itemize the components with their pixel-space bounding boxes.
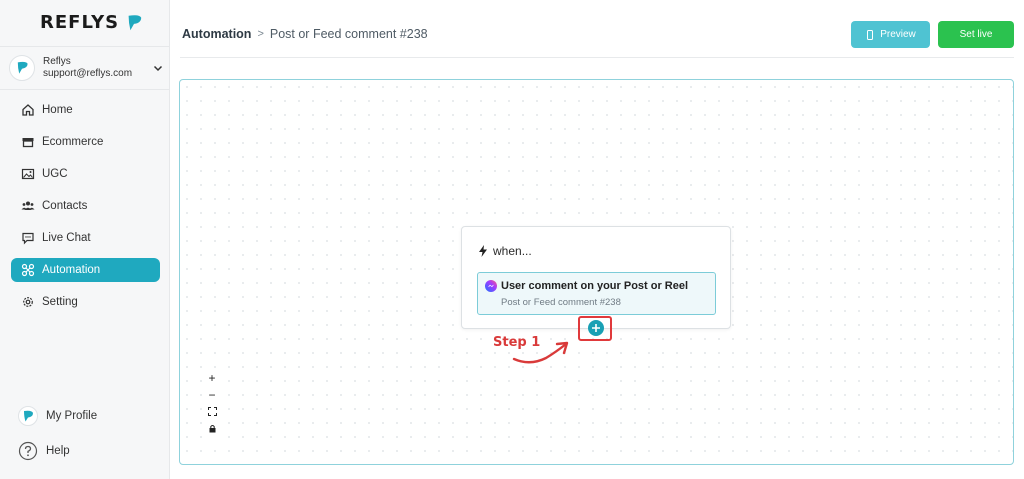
help-icon [18,441,38,461]
step-highlight-box [578,316,612,341]
avatar [9,55,35,81]
my-profile-link[interactable]: My Profile [18,406,97,426]
breadcrumb: Automation > Post or Feed comment #238 [182,27,428,41]
lock-button[interactable] [203,420,221,437]
sidebar-item-label: Ecommerce [42,136,104,148]
when-header: when... [478,244,532,258]
sidebar-nav: Home Ecommerce UGC Contacts Live Chat Au… [11,98,160,322]
curved-arrow-icon [512,341,569,364]
reflys-logo-icon [18,406,38,426]
chevron-down-icon[interactable] [153,63,163,73]
sidebar-item-ecommerce[interactable]: Ecommerce [11,130,160,154]
sidebar-item-ugc[interactable]: UGC [11,162,160,186]
account-switcher[interactable]: Reflys support@reflys.com [0,46,169,90]
fit-view-icon [207,407,217,416]
sidebar-item-live-chat[interactable]: Live Chat [11,226,160,250]
trigger-item[interactable]: User comment on your Post or Reel Post o… [477,272,716,315]
sidebar-item-automation[interactable]: Automation [11,258,160,282]
trigger-subtitle: Post or Feed comment #238 [501,297,621,308]
store-icon [22,138,34,148]
sidebar-item-home[interactable]: Home [11,98,160,122]
sidebar-item-label: Live Chat [42,232,91,244]
lock-icon [209,425,215,433]
breadcrumb-current: Post or Feed comment #238 [269,27,428,41]
plus-icon [592,324,600,332]
set-live-button-label: Set live [959,29,993,40]
when-label: when... [493,244,532,258]
header-divider [180,57,1014,58]
breadcrumb-root[interactable]: Automation [182,27,251,41]
preview-button[interactable]: Preview [851,21,930,48]
sidebar-item-setting[interactable]: Setting [11,290,160,314]
brand-name: REFLYS [40,12,120,33]
sidebar-item-label: Automation [42,264,101,276]
sidebar-item-label: Home [42,104,73,116]
set-live-button[interactable]: Set live [938,21,1014,48]
sidebar-item-label: Contacts [42,200,88,212]
fit-view-button[interactable] [203,403,221,420]
help-link[interactable]: Help [18,441,70,461]
reflys-logo-icon [128,14,142,30]
users-icon [21,201,35,210]
sidebar: REFLYS Reflys support@reflys.com Home Ec… [0,0,170,479]
zoom-in-button[interactable]: + [203,369,221,386]
trigger-card[interactable]: when... User comment on your Post or Ree… [461,226,731,329]
account-name: Reflys [43,56,71,67]
zoom-controls: + − [203,369,221,439]
home-icon [22,104,34,116]
my-profile-label: My Profile [46,410,98,422]
phone-icon [867,29,874,40]
zoom-out-button[interactable]: − [203,386,221,403]
account-email: support@reflys.com [43,68,133,79]
image-icon [21,168,35,180]
messenger-icon [485,280,497,292]
trigger-title: User comment on your Post or Reel [501,280,689,292]
sidebar-item-label: UGC [42,168,68,180]
chat-icon [22,232,34,245]
logo[interactable]: REFLYS [40,12,143,33]
reflys-logo-icon [17,61,28,74]
sidebar-item-label: Setting [42,296,78,308]
breadcrumb-separator: > [257,28,264,40]
lightning-icon [479,245,487,257]
add-step-button[interactable] [588,320,604,336]
sidebar-item-contacts[interactable]: Contacts [11,194,160,218]
gear-icon [23,297,33,307]
help-label: Help [46,445,70,457]
preview-button-label: Preview [880,29,916,40]
automation-icon [21,263,35,277]
